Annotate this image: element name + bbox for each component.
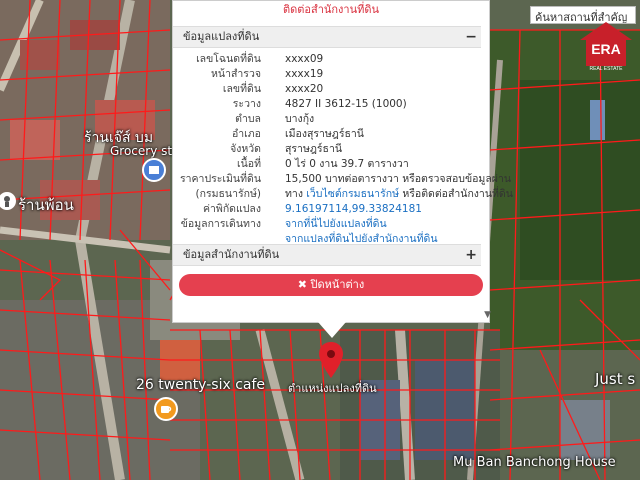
map-label-grocery: Grocery sto (110, 144, 180, 158)
treasury-website-link[interactable]: เว็บไซต์กรมธนารักษ์ (306, 188, 399, 200)
info-value: 15,500 บาทต่อตารางวา หรือตรวจสอบข้อมูลผ่… (285, 173, 512, 185)
store-icon[interactable] (142, 158, 166, 182)
info-label: เนื้อที่ (237, 158, 261, 170)
collapse-icon[interactable]: − (465, 27, 477, 47)
info-value: เมืองสุราษฎร์ธานี (285, 128, 364, 140)
info-value: 0 ไร่ 0 งาน 39.7 ตารางวา (285, 158, 409, 170)
info-label: เลขโฉนดที่ดิน (196, 53, 261, 65)
info-label: จังหวัด (230, 143, 261, 155)
era-logo-text: ERA (591, 41, 621, 57)
info-value: xxxx19 (285, 68, 324, 80)
info-label: หน้าสำรวจ (211, 68, 261, 80)
info-row-directions: ข้อมูลการเดินทาง จากที่นี่ไปยังแปลงที่ดิ… (173, 217, 481, 232)
info-value: 4827 II 3612-15 (1000) (285, 98, 407, 110)
parcel-info-popup: ติดต่อสำนักงานที่ดิน ข้อมูลแปลงที่ดิน − … (172, 0, 513, 323)
info-row-coordinates: ค่าพิกัดแปลง 9.16197114,99.33824181 (173, 202, 481, 217)
land-office-section-header[interactable]: ข้อมูลสำนักงานที่ดิน + (173, 244, 481, 266)
cafe-icon[interactable] (154, 397, 178, 421)
info-row-area: เนื้อที่ 0 ไร่ 0 งาน 39.7 ตารางวา (173, 157, 481, 172)
info-value: xxxx20 (285, 83, 324, 95)
contact-land-office-text: ติดต่อสำนักงานที่ดิน (282, 3, 380, 16)
value-suffix: หรือติดต่อสำนักงานที่ดิน (399, 188, 513, 200)
era-logo: ERA REAL ESTATE (580, 22, 632, 72)
info-label: ข้อมูลการเดินทาง (180, 218, 261, 230)
info-value: บางกุ้ง (285, 113, 315, 125)
directions-to-parcel-link[interactable]: จากที่นี่ไปยังแปลงที่ดิน (285, 217, 387, 232)
map-label-cafe: 26 twenty-six cafe (136, 377, 266, 393)
info-label: ค่าพิกัดแปลง (202, 203, 261, 215)
parcel-info-section-header[interactable]: ข้อมูลแปลงที่ดิน − (173, 26, 481, 48)
map-label-shop2: ร้านพ้อน (18, 196, 74, 214)
map-label-just: Just s (595, 370, 636, 388)
popup-pointer (318, 322, 346, 338)
value-prefix: ทาง (285, 188, 307, 200)
scroll-down-icon[interactable]: ▼ (484, 310, 491, 320)
info-row-subdistrict: ตำบล บางกุ้ง (173, 112, 481, 127)
place-icon[interactable] (0, 192, 16, 210)
expand-icon[interactable]: + (465, 245, 477, 265)
info-value: สุราษฎร์ธานี (285, 143, 343, 155)
info-row-map-sheet: ระวาง 4827 II 3612-15 (1000) (173, 97, 481, 112)
era-logo-subtext: REAL ESTATE (590, 66, 624, 72)
close-window-button[interactable]: ✖ ปิดหน้าต่าง (179, 274, 483, 296)
info-row-province: จังหวัด สุราษฎร์ธานี (173, 142, 481, 157)
info-row-appraisal-price: ราคาประเมินที่ดิน 15,500 บาทต่อตารางวา ห… (173, 172, 511, 187)
info-label: ราคาประเมินที่ดิน (179, 173, 261, 185)
info-label: (กรมธนารักษ์) (195, 188, 261, 200)
section-title: ข้อมูลแปลงที่ดิน (183, 30, 260, 43)
info-row-district: อำเภอ เมืองสุราษฎร์ธานี (173, 127, 481, 142)
info-label: เลขที่ดิน (222, 83, 261, 95)
info-label: ระวาง (232, 98, 261, 110)
info-label: อำเภอ (231, 128, 261, 140)
info-row-treasury: (กรมธนารักษ์) ทาง เว็บไซต์กรมธนารักษ์ หร… (173, 187, 512, 202)
map-label-village: Mu Ban Banchong House (453, 455, 616, 470)
section-title: ข้อมูลสำนักงานที่ดิน (183, 248, 280, 261)
parcel-info-table: เลขโฉนดที่ดิน xxxx09 หน้าสำรวจ xxxx19 เล… (173, 48, 513, 245)
info-value: xxxx09 (285, 53, 324, 65)
info-row-deed: เลขโฉนดที่ดิน xxxx09 (173, 52, 481, 67)
info-row-survey: หน้าสำรวจ xxxx19 (173, 67, 481, 82)
info-label: ตำบล (235, 113, 261, 125)
info-row-land-number: เลขที่ดิน xxxx20 (173, 82, 481, 97)
info-value: ทาง เว็บไซต์กรมธนารักษ์ หรือติดต่อสำนักง… (285, 187, 513, 202)
map-label-parcel-location: ตำแหน่งแปลงที่ดิน (288, 382, 377, 395)
coordinates-link[interactable]: 9.16197114,99.33824181 (285, 202, 422, 217)
